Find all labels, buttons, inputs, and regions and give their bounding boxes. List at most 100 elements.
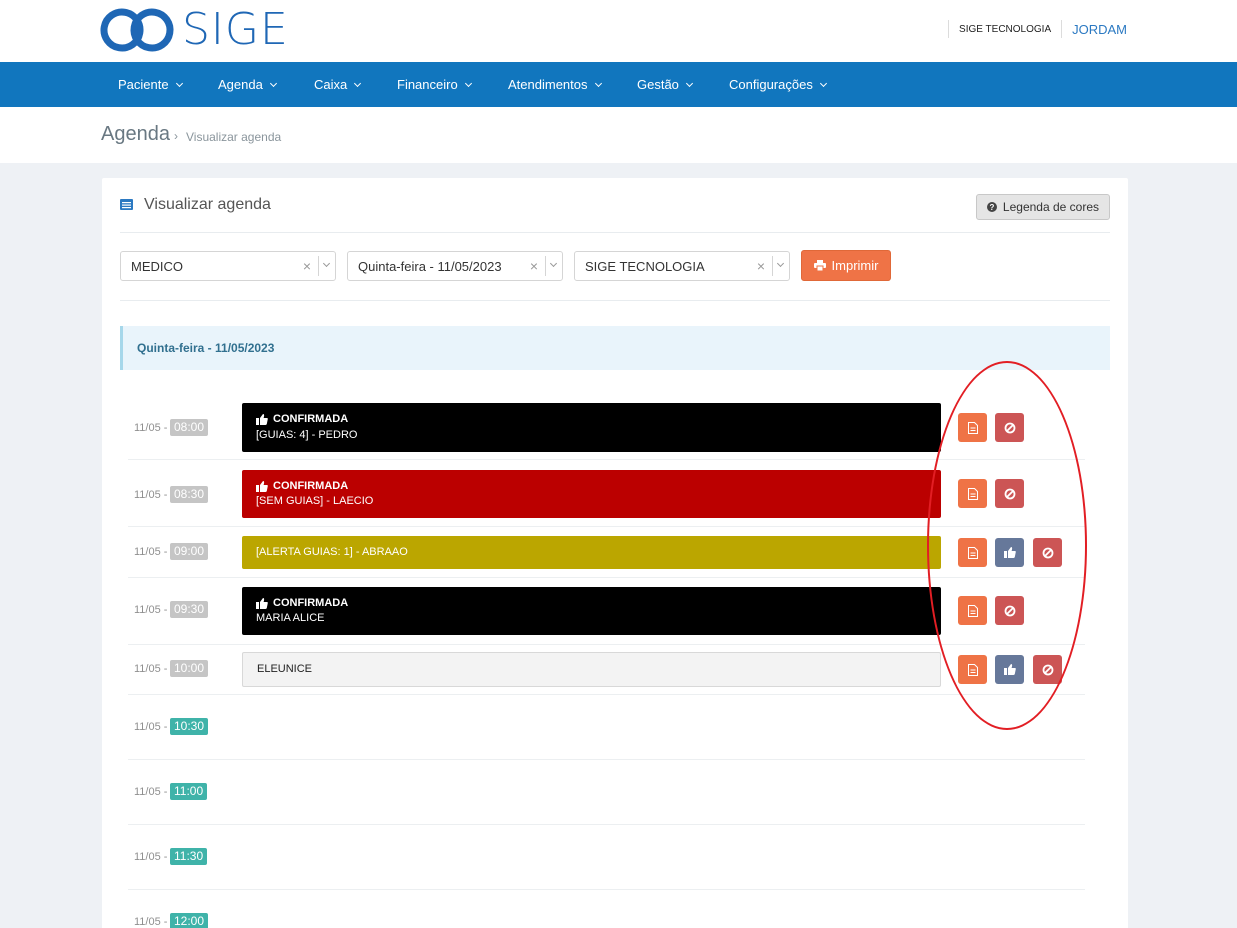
ban-icon	[1004, 488, 1015, 499]
file-icon	[967, 663, 978, 676]
slot-date: 11/05 -	[134, 916, 168, 928]
status-label: CONFIRMADA	[273, 413, 349, 425]
nav-paciente[interactable]: Paciente	[118, 62, 183, 107]
cancel-button[interactable]	[1033, 655, 1062, 684]
nav-financeiro[interactable]: Financeiro	[397, 62, 472, 107]
clear-icon[interactable]: ×	[530, 258, 538, 274]
chevron-down-icon[interactable]	[545, 256, 562, 276]
question-circle-icon: ?	[986, 202, 997, 212]
chevron-down-icon	[685, 79, 693, 88]
user-menu[interactable]: JORDAM	[1072, 22, 1127, 37]
main-navbar: Paciente Agenda Caixa Financeiro Atendim…	[0, 62, 1237, 107]
slot-time-badge: 09:00	[170, 543, 209, 560]
slot-date: 11/05 -	[134, 786, 168, 798]
slot-time-badge[interactable]: 11:30	[170, 848, 208, 865]
nav-configuracoes[interactable]: Configurações	[729, 62, 827, 107]
chevron-down-icon[interactable]	[318, 256, 335, 276]
confirm-button[interactable]	[995, 538, 1024, 567]
appointment-block[interactable]: [ALERTA GUIAS: 1] - ABRAAO	[242, 536, 941, 569]
slot-time-badge: 10:00	[170, 660, 209, 677]
agenda-panel: Visualizar agenda ? Legenda de cores MED…	[102, 178, 1128, 928]
color-legend-button[interactable]: ? Legenda de cores	[975, 194, 1110, 220]
infinity-logo-icon	[100, 8, 174, 52]
document-button[interactable]	[958, 413, 987, 442]
select-value: Quinta-feira - 11/05/2023	[358, 259, 502, 274]
appointment-block[interactable]: CONFIRMADA MARIA ALICE	[242, 587, 941, 635]
print-button[interactable]: Imprimir	[801, 250, 891, 281]
nav-caixa[interactable]: Caixa	[314, 62, 362, 107]
file-icon	[967, 487, 978, 500]
thumbs-up-icon	[256, 413, 268, 425]
clear-icon[interactable]: ×	[303, 258, 311, 274]
schedule-row-free[interactable]: 11/05 - 11:30	[128, 825, 1085, 890]
chevron-down-icon	[175, 79, 183, 88]
status-label: CONFIRMADA	[273, 480, 349, 492]
document-button[interactable]	[958, 479, 987, 508]
slot-date: 11/05 -	[134, 851, 168, 863]
patient-info: [SEM GUIAS] - LAECIO	[256, 495, 374, 507]
nav-atendimentos[interactable]: Atendimentos	[508, 62, 602, 107]
top-bar: SIGE SIGE TECNOLOGIA JORDAM	[0, 0, 1237, 62]
company-select[interactable]: SIGE TECNOLOGIA ×	[574, 251, 790, 281]
divider	[948, 20, 950, 38]
schedule-row: 11/05 - 08:30 CONFIRMADA [SEM GUIAS] - L…	[128, 460, 1085, 527]
nav-label: Financeiro	[397, 77, 458, 92]
day-label: Quinta-feira - 11/05/2023	[137, 341, 275, 355]
schedule-row: 11/05 - 10:00 ELEUNICE	[128, 645, 1085, 695]
chevron-down-icon	[464, 79, 472, 88]
schedule-row: 11/05 - 09:00 [ALERTA GUIAS: 1] - ABRAAO	[128, 527, 1085, 578]
company-name[interactable]: SIGE TECNOLOGIA	[959, 24, 1051, 35]
slot-time-badge: 09:30	[170, 601, 209, 618]
nav-gestao[interactable]: Gestão	[637, 62, 693, 107]
schedule-row-free[interactable]: 11/05 - 12:00	[128, 890, 1085, 928]
nav-label: Configurações	[729, 77, 813, 92]
schedule-row-free[interactable]: 11/05 - 10:30	[128, 695, 1085, 760]
document-button[interactable]	[958, 538, 987, 567]
thumbs-up-icon	[256, 597, 268, 609]
thumbs-up-icon	[1003, 664, 1016, 675]
ban-icon	[1004, 422, 1015, 433]
document-button[interactable]	[958, 596, 987, 625]
slot-time-badge: 08:30	[170, 486, 209, 503]
slot-time-badge[interactable]: 12:00	[170, 913, 209, 928]
appointment-block[interactable]: CONFIRMADA [GUIAS: 4] - PEDRO	[242, 403, 941, 452]
select-value: SIGE TECNOLOGIA	[585, 259, 705, 274]
chevron-down-icon	[354, 79, 362, 88]
chevron-down-icon	[819, 79, 827, 88]
slot-time-badge: 08:00	[170, 419, 209, 436]
clear-icon[interactable]: ×	[757, 258, 765, 274]
professional-select[interactable]: MEDICO ×	[120, 251, 336, 281]
sige-logo[interactable]: SIGE	[100, 6, 289, 54]
nav-label: Gestão	[637, 77, 679, 92]
nav-label: Caixa	[314, 77, 348, 92]
cancel-button[interactable]	[995, 413, 1024, 442]
appointment-block[interactable]: ELEUNICE	[242, 652, 941, 687]
cancel-button[interactable]	[995, 479, 1024, 508]
slot-date: 11/05 -	[134, 489, 168, 501]
day-header: Quinta-feira - 11/05/2023	[120, 326, 1110, 370]
document-button[interactable]	[958, 655, 987, 684]
confirm-button[interactable]	[995, 655, 1024, 684]
slot-time-badge[interactable]: 11:00	[170, 783, 208, 800]
appointment-status: CONFIRMADA	[256, 413, 348, 425]
appointment-block[interactable]: CONFIRMADA [SEM GUIAS] - LAECIO	[242, 470, 941, 518]
patient-info: [GUIAS: 4] - PEDRO	[256, 429, 358, 441]
breadcrumb-current: Visualizar agenda	[186, 130, 282, 144]
file-icon	[967, 546, 978, 559]
top-right-user-area: SIGE TECNOLOGIA JORDAM	[938, 19, 1127, 39]
schedule-row-free[interactable]: 11/05 - 11:00	[128, 760, 1085, 825]
panel-header: Visualizar agenda ? Legenda de cores	[120, 178, 1110, 233]
slot-time-badge[interactable]: 10:30	[170, 718, 209, 735]
cancel-button[interactable]	[1033, 538, 1062, 567]
date-select[interactable]: Quinta-feira - 11/05/2023 ×	[347, 251, 563, 281]
cancel-button[interactable]	[995, 596, 1024, 625]
thumbs-up-icon	[1003, 547, 1016, 558]
slot-date: 11/05 -	[134, 663, 168, 675]
chevron-down-icon	[269, 79, 277, 88]
slot-date: 11/05 -	[134, 546, 168, 558]
file-icon	[967, 421, 978, 434]
nav-label: Agenda	[218, 77, 263, 92]
filter-bar: MEDICO × Quinta-feira - 11/05/2023 × SIG…	[120, 233, 1110, 301]
nav-agenda[interactable]: Agenda	[218, 62, 277, 107]
chevron-down-icon[interactable]	[772, 256, 789, 276]
